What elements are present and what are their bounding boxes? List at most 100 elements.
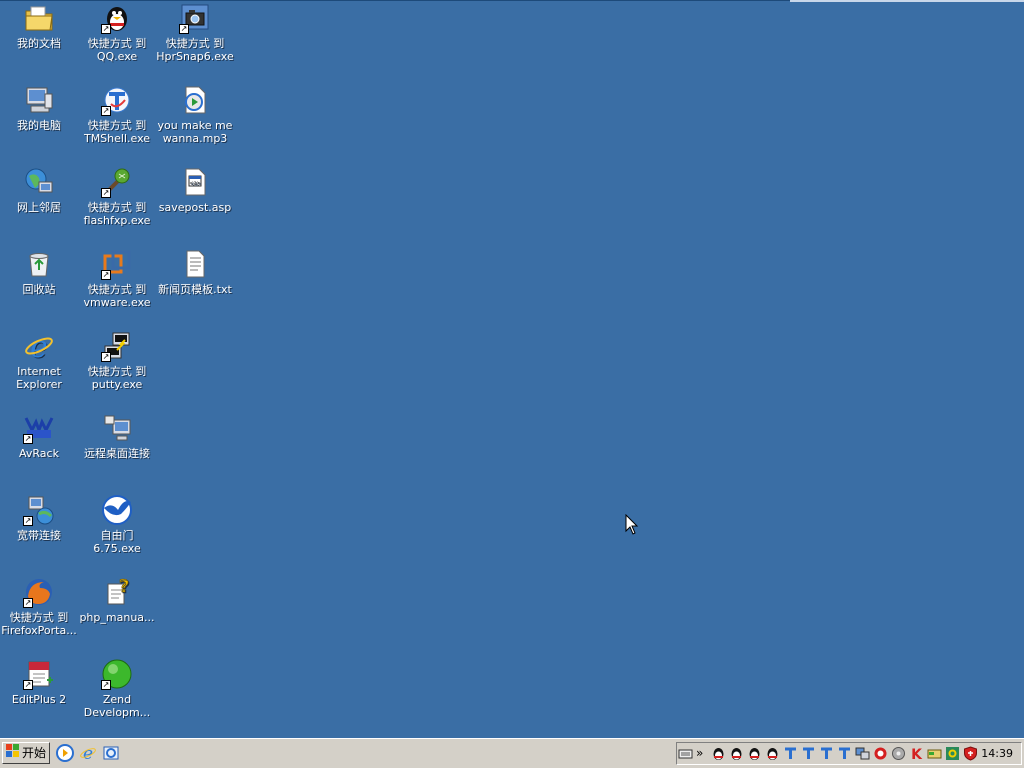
shortcut-arrow-icon: ↗ bbox=[101, 24, 111, 34]
qq-penguin-icon: ↗ bbox=[101, 2, 133, 34]
icon-label: 网上邻居 bbox=[17, 201, 61, 214]
svg-text:e: e bbox=[30, 330, 48, 362]
broadband-connection-icon: ↗ bbox=[23, 494, 55, 526]
recycle-bin-icon bbox=[23, 248, 55, 280]
asp-file-icon: <a> bbox=[179, 166, 211, 198]
remote-desktop-icon bbox=[101, 412, 133, 444]
qq-icon[interactable] bbox=[729, 746, 744, 761]
clock[interactable]: 14:39 bbox=[981, 747, 1013, 760]
kaspersky-k-icon[interactable]: K bbox=[909, 746, 924, 763]
desktop-icon-recycle-bin[interactable]: 回收站 bbox=[0, 248, 78, 296]
start-label: 开始 bbox=[22, 746, 47, 760]
icon-label: 快捷方式 到 flashfxp.exe bbox=[83, 201, 151, 227]
start-button[interactable]: 开始 bbox=[2, 742, 50, 764]
keyboard-icon[interactable] bbox=[678, 746, 693, 761]
desktop-icon-tmshell[interactable]: ↗ 快捷方式 到 TMShell.exe bbox=[78, 84, 156, 145]
svg-text:e: e bbox=[83, 744, 93, 762]
quicklaunch-outlook-express-icon[interactable] bbox=[102, 744, 120, 762]
hypersnap-camera-icon: ↗ bbox=[179, 2, 211, 34]
desktop-icon-zend[interactable]: ↗ Zend Developm... bbox=[78, 658, 156, 719]
tray-expand-button[interactable]: » bbox=[696, 746, 711, 761]
svg-text:<a>: <a> bbox=[190, 180, 201, 187]
desktop-icon-my-computer[interactable]: 我的电脑 bbox=[0, 84, 78, 132]
internet-explorer-icon: e bbox=[23, 330, 55, 362]
shortcut-arrow-icon: ↗ bbox=[101, 270, 111, 280]
desktop-icon-firefox[interactable]: ↗ 快捷方式 到 FirefoxPorta... bbox=[0, 576, 78, 637]
desktop-icon-freegate[interactable]: 自由门 6.75.exe bbox=[78, 494, 156, 555]
icon-label: 快捷方式 到 QQ.exe bbox=[87, 37, 147, 63]
icon-label: 快捷方式 到 FirefoxPorta... bbox=[1, 611, 77, 637]
system-tray: » K 14:39 bbox=[676, 742, 1022, 765]
icon-label: 快捷方式 到 putty.exe bbox=[87, 365, 147, 391]
icon-label: Internet Explorer bbox=[16, 365, 62, 391]
icon-label: you make me wanna.mp3 bbox=[157, 119, 233, 145]
vmware-icon: ↗ bbox=[101, 248, 133, 280]
qq-icon[interactable] bbox=[765, 746, 780, 761]
desktop-icon-vmware[interactable]: ↗ 快捷方式 到 vmware.exe bbox=[78, 248, 156, 309]
tm-icon[interactable] bbox=[801, 746, 816, 761]
shortcut-arrow-icon: ↗ bbox=[101, 188, 111, 198]
freegate-icon bbox=[101, 494, 133, 526]
desktop-icon-internet-explorer[interactable]: e Internet Explorer bbox=[0, 330, 78, 391]
desktop-icon-avrack[interactable]: ↗ AvRack bbox=[0, 412, 78, 460]
card-icon[interactable] bbox=[927, 746, 942, 761]
icon-label: 快捷方式 到 HprSnap6.exe bbox=[156, 37, 234, 63]
icon-label: EditPlus 2 bbox=[11, 693, 67, 706]
desktop-icon-flashfxp[interactable]: ↗ 快捷方式 到 flashfxp.exe bbox=[78, 166, 156, 227]
svg-text:K: K bbox=[911, 747, 923, 761]
my-computer-icon bbox=[23, 84, 55, 116]
media-player-file-icon bbox=[179, 84, 211, 116]
desktop-icon-network-places[interactable]: 网上邻居 bbox=[0, 166, 78, 214]
disk-icon[interactable] bbox=[891, 746, 906, 761]
icon-label: AvRack bbox=[19, 447, 59, 460]
qq-icon[interactable] bbox=[711, 746, 726, 761]
quicklaunch-internet-explorer-icon[interactable]: e bbox=[79, 744, 97, 764]
desktop-icon-remote-desktop[interactable]: 远程桌面连接 bbox=[78, 412, 156, 460]
my-documents-icon bbox=[23, 2, 55, 34]
desktop-icon-my-documents[interactable]: 我的文档 bbox=[0, 2, 78, 50]
help-file-icon: ? bbox=[101, 576, 133, 608]
windows-logo-icon bbox=[6, 743, 20, 763]
shortcut-arrow-icon: ↗ bbox=[23, 434, 33, 444]
tmshell-icon: ↗ bbox=[101, 84, 133, 116]
tm-icon[interactable] bbox=[783, 746, 798, 761]
shortcut-arrow-icon: ↗ bbox=[101, 352, 111, 362]
tm-icon[interactable] bbox=[837, 746, 852, 761]
desktop-icon-asp-file[interactable]: <a> savepost.asp bbox=[156, 166, 234, 214]
svg-text:?: ? bbox=[119, 576, 129, 597]
shortcut-arrow-icon: ↗ bbox=[101, 106, 111, 116]
shortcut-arrow-icon: ↗ bbox=[23, 598, 33, 608]
desktop-icon-broadband-connection[interactable]: ↗ 宽带连接 bbox=[0, 494, 78, 542]
antivirus-icon[interactable] bbox=[873, 746, 888, 761]
network-icon[interactable] bbox=[855, 746, 870, 761]
icon-label: 自由门 6.75.exe bbox=[93, 529, 141, 555]
flashfxp-icon: ↗ bbox=[101, 166, 133, 198]
icon-label: Zend Developm... bbox=[83, 693, 151, 719]
desktop-icon-text-file[interactable]: 新闻页模板.txt bbox=[156, 248, 234, 296]
desktop-icon-php-manual[interactable]: ? php_manua... bbox=[78, 576, 156, 624]
editplus-icon: ↗ bbox=[23, 658, 55, 690]
text-file-icon bbox=[179, 248, 211, 280]
firefox-icon: ↗ bbox=[23, 576, 55, 608]
icon-label: 快捷方式 到 TMShell.exe bbox=[83, 119, 151, 145]
icon-label: 宽带连接 bbox=[17, 529, 61, 542]
shortcut-arrow-icon: ↗ bbox=[23, 680, 33, 690]
speaker-icon[interactable] bbox=[945, 746, 960, 761]
shortcut-arrow-icon: ↗ bbox=[23, 516, 33, 526]
desktop-icon-hypersnap[interactable]: ↗ 快捷方式 到 HprSnap6.exe bbox=[156, 2, 234, 63]
shield-icon[interactable] bbox=[963, 746, 978, 761]
desktop-icon-putty[interactable]: ↗ 快捷方式 到 putty.exe bbox=[78, 330, 156, 391]
icon-label: 新闻页模板.txt bbox=[158, 283, 232, 296]
shortcut-arrow-icon: ↗ bbox=[179, 24, 189, 34]
quicklaunch-media-player-icon[interactable] bbox=[56, 744, 74, 762]
desktop-icon-qq[interactable]: ↗ 快捷方式 到 QQ.exe bbox=[78, 2, 156, 63]
qq-icon[interactable] bbox=[747, 746, 762, 761]
desktop-icon-editplus[interactable]: ↗ EditPlus 2 bbox=[0, 658, 78, 706]
icon-label: 快捷方式 到 vmware.exe bbox=[83, 283, 151, 309]
top-edge bbox=[0, 0, 1024, 2]
icon-label: savepost.asp bbox=[158, 201, 232, 214]
avrack-icon: ↗ bbox=[23, 412, 55, 444]
desktop-icon-mp3-file[interactable]: you make me wanna.mp3 bbox=[156, 84, 234, 145]
zend-icon: ↗ bbox=[101, 658, 133, 690]
tm-icon[interactable] bbox=[819, 746, 834, 761]
